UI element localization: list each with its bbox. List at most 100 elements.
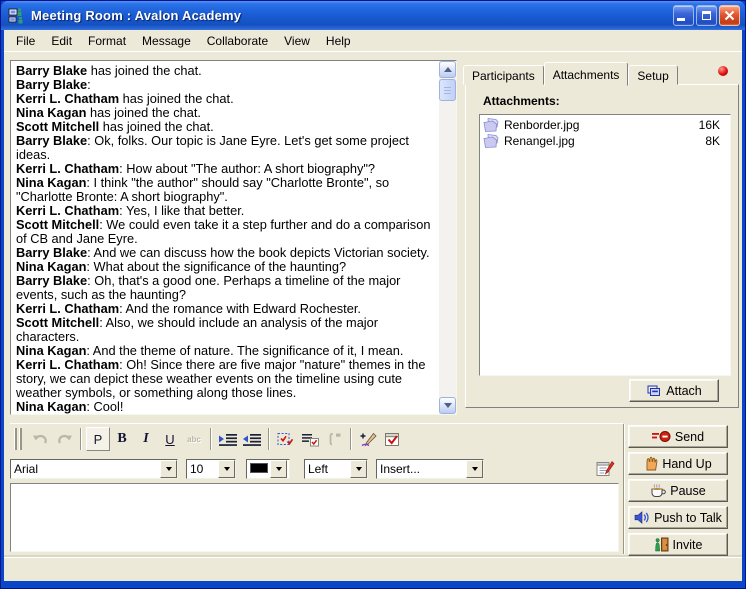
chat-message: Kerri L. Chatham: How about "The author:… xyxy=(16,162,437,176)
coffee-cup-icon xyxy=(650,483,666,498)
attachments-heading: Attachments: xyxy=(483,94,560,108)
font-family-value: Arial xyxy=(11,460,160,478)
underline-button[interactable]: U xyxy=(158,427,182,451)
font-family-select[interactable]: Arial xyxy=(10,459,178,479)
chat-message: Nina Kagan: I think "the author" should … xyxy=(16,176,437,204)
toolbar-separator xyxy=(80,428,82,450)
chat-message: Barry Blake: Ok, folks. Our topic is Jan… xyxy=(16,134,437,162)
menu-item[interactable]: View xyxy=(276,31,318,51)
file-icon xyxy=(483,134,500,148)
add-annotation-button[interactable] xyxy=(356,427,380,451)
scroll-thumb[interactable] xyxy=(439,79,456,101)
chat-message: Barry Blake: Oh, that's a good one. Perh… xyxy=(16,274,437,302)
meeting-room-icon xyxy=(8,8,26,24)
menu-item[interactable]: File xyxy=(8,31,43,51)
tab-setup[interactable]: Setup xyxy=(628,65,677,85)
font-color-select[interactable] xyxy=(246,459,290,479)
chat-message: Kerri L. Chatham: And the romance with E… xyxy=(16,302,437,316)
select-check-button[interactable] xyxy=(274,427,298,451)
paste-special-icon xyxy=(322,427,346,451)
minimize-button[interactable] xyxy=(673,5,694,26)
file-icon xyxy=(483,118,500,132)
action-buttons: Send Hand Up xyxy=(628,425,728,556)
list-check-button[interactable] xyxy=(298,427,322,451)
toolbar-divider xyxy=(623,424,625,554)
chat-message: Scott Mitchell: We could even take it a … xyxy=(16,218,437,246)
menu-item[interactable]: Edit xyxy=(43,31,80,51)
pause-button[interactable]: Pause xyxy=(628,479,728,502)
chat-message: Kerri L. Chatham: Yes, I like that bette… xyxy=(16,204,437,218)
client-area: Barry Blake has joined the chat.Barry Bl… xyxy=(4,52,742,581)
increase-indent-button[interactable] xyxy=(216,427,240,451)
chat-message: Nina Kagan: And the theme of nature. The… xyxy=(16,344,437,358)
chat-message: Barry Blake has joined the chat. xyxy=(16,64,437,78)
menu-item[interactable]: Collaborate xyxy=(199,31,276,51)
font-effects-icon: abc xyxy=(182,427,206,451)
tab-attachments[interactable]: Attachments xyxy=(544,62,629,86)
decrease-indent-button[interactable] xyxy=(240,427,264,451)
dropdown-arrow-icon[interactable] xyxy=(218,460,235,478)
maximize-button[interactable] xyxy=(696,5,717,26)
arrow-up-icon xyxy=(444,67,452,72)
chat-message: Scott Mitchell has joined the chat. xyxy=(16,120,437,134)
menu-item[interactable]: Help xyxy=(318,31,359,51)
bold-button[interactable]: B xyxy=(110,427,134,451)
attachment-size: 16K xyxy=(699,118,720,132)
dropdown-arrow-icon[interactable] xyxy=(350,460,367,478)
chat-message: Nina Kagan has joined the chat. xyxy=(16,106,437,120)
formatting-toolbar: P B I U abc xyxy=(10,423,623,454)
chat-message: Nina Kagan: Cool! xyxy=(16,400,437,414)
chat-text-area[interactable]: Barry Blake has joined the chat.Barry Bl… xyxy=(11,61,439,414)
font-size-select[interactable]: 10 xyxy=(186,459,236,479)
close-icon xyxy=(724,10,735,21)
dropdown-arrow-icon[interactable] xyxy=(270,460,287,478)
hand-icon xyxy=(644,456,658,471)
alignment-select[interactable]: Left xyxy=(304,459,368,479)
toolbar-grip-handle[interactable] xyxy=(14,428,22,450)
scroll-down-button[interactable] xyxy=(439,397,456,414)
send-button[interactable]: Send xyxy=(628,425,728,448)
window-title: Meeting Room : Avalon Academy xyxy=(31,8,673,23)
message-edit-icon[interactable] xyxy=(596,460,615,477)
speaker-icon xyxy=(634,511,650,524)
hand-up-button[interactable]: Hand Up xyxy=(628,452,728,475)
attach-button[interactable]: Attach xyxy=(629,379,719,402)
insert-select[interactable]: Insert... xyxy=(376,459,484,479)
attachment-name: Renborder.jpg xyxy=(504,118,579,132)
spellcheck-button[interactable] xyxy=(380,427,404,451)
attachment-size: 8K xyxy=(705,134,720,148)
attachments-list: Renborder.jpg 16K Renangel.jpg 8K xyxy=(479,114,731,376)
dropdown-arrow-icon[interactable] xyxy=(466,460,483,478)
chat-scrollbar[interactable] xyxy=(439,61,456,414)
close-button[interactable] xyxy=(719,5,740,26)
undo-icon xyxy=(28,427,52,451)
insert-value: Insert... xyxy=(377,460,466,478)
alignment-value: Left xyxy=(305,460,350,478)
chat-message: Barry Blake: And we can discuss how the … xyxy=(16,246,437,260)
message-input[interactable] xyxy=(10,483,619,552)
attachments-panel: Attachments: Renborder.jpg 16K xyxy=(465,84,739,408)
font-size-value: 10 xyxy=(187,460,218,478)
title-bar: Meeting Room : Avalon Academy xyxy=(1,1,745,30)
toolbar-separator xyxy=(350,428,352,450)
font-toolbar: Arial 10 Left Insert... xyxy=(10,455,623,482)
dropdown-arrow-icon[interactable] xyxy=(160,460,177,478)
attach-icon xyxy=(646,385,662,397)
scroll-up-button[interactable] xyxy=(439,61,456,78)
menu-item[interactable]: Message xyxy=(134,31,199,51)
list-item[interactable]: Renangel.jpg 8K xyxy=(480,133,730,149)
toolbar-separator xyxy=(268,428,270,450)
recording-status-dot xyxy=(718,66,728,76)
push-to-talk-button[interactable]: Push to Talk xyxy=(628,506,728,529)
tab-participants[interactable]: Participants xyxy=(463,65,544,85)
chat-message: Barry Blake: xyxy=(16,78,437,92)
paragraph-style-button[interactable]: P xyxy=(86,427,110,451)
send-icon xyxy=(652,430,671,443)
list-item[interactable]: Renborder.jpg 16K xyxy=(480,117,730,133)
status-bar xyxy=(4,557,742,581)
invite-button[interactable]: Invite xyxy=(628,533,728,556)
invite-person-door-icon xyxy=(654,537,669,552)
italic-button[interactable]: I xyxy=(134,427,158,451)
chat-message: Kerri L. Chatham has joined the chat. xyxy=(16,92,437,106)
menu-item[interactable]: Format xyxy=(80,31,134,51)
